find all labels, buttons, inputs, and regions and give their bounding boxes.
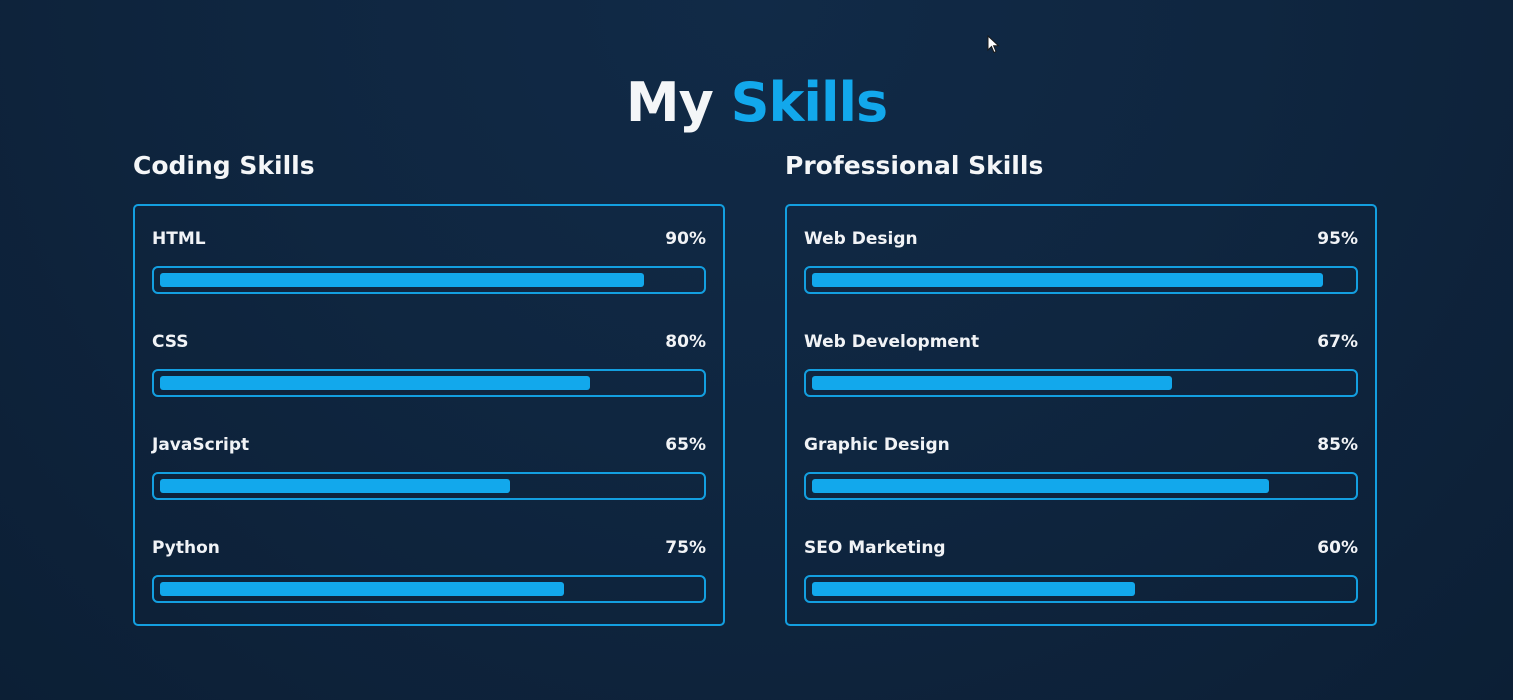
progress-bar-track <box>804 266 1358 294</box>
progress-bar-fill <box>812 582 1135 596</box>
progress-bar-track <box>152 575 706 603</box>
skill-name: JavaScript <box>152 435 250 455</box>
skill-item: JavaScript 65% <box>152 433 706 536</box>
skill-item: Web Development 67% <box>804 330 1358 433</box>
section-heading: Coding Skills <box>133 151 315 180</box>
skill-percent: 65% <box>665 435 706 455</box>
skill-name: Graphic Design <box>804 435 950 455</box>
section-heading: Professional Skills <box>785 151 1044 180</box>
progress-bar-fill <box>812 273 1324 287</box>
progress-bar-fill <box>160 582 564 596</box>
skill-item: HTML 90% <box>152 227 706 330</box>
page-title: My Skills <box>0 68 1513 138</box>
coding-skills-section: Coding Skills HTML 90% CSS 80% JavaScrip… <box>133 146 729 626</box>
skill-item: Python 75% <box>152 536 706 639</box>
skill-name: CSS <box>152 332 189 352</box>
skill-percent: 90% <box>665 229 706 249</box>
skill-percent: 85% <box>1317 435 1358 455</box>
progress-bar-track <box>804 369 1358 397</box>
skill-percent: 75% <box>665 538 706 558</box>
mouse-pointer-icon <box>987 35 1000 54</box>
skill-percent: 80% <box>665 332 706 352</box>
page-title-primary: My <box>625 71 714 135</box>
skill-item: Graphic Design 85% <box>804 433 1358 536</box>
progress-bar-track <box>152 472 706 500</box>
skill-item: CSS 80% <box>152 330 706 433</box>
skill-name: HTML <box>152 229 206 249</box>
skills-box: Web Design 95% Web Development 67% Graph… <box>785 204 1377 626</box>
skill-name: Web Development <box>804 332 980 352</box>
progress-bar-fill <box>812 479 1270 493</box>
skill-percent: 67% <box>1317 332 1358 352</box>
progress-bar-track <box>152 266 706 294</box>
progress-bar-fill <box>812 376 1173 390</box>
professional-skills-section: Professional Skills Web Design 95% Web D… <box>785 146 1381 626</box>
skill-item: Web Design 95% <box>804 227 1358 330</box>
progress-bar-fill <box>160 376 591 390</box>
skill-percent: 60% <box>1317 538 1358 558</box>
progress-bar-track <box>804 575 1358 603</box>
progress-bar-track <box>804 472 1358 500</box>
skills-box: HTML 90% CSS 80% JavaScript 65% Python 7… <box>133 204 725 626</box>
skill-percent: 95% <box>1317 229 1358 249</box>
skill-name: Python <box>152 538 220 558</box>
skill-name: Web Design <box>804 229 918 249</box>
progress-bar-track <box>152 369 706 397</box>
page-title-accent: Skills <box>730 71 888 135</box>
skill-name: SEO Marketing <box>804 538 946 558</box>
progress-bar-fill <box>160 479 510 493</box>
progress-bar-fill <box>160 273 645 287</box>
skill-item: SEO Marketing 60% <box>804 536 1358 639</box>
